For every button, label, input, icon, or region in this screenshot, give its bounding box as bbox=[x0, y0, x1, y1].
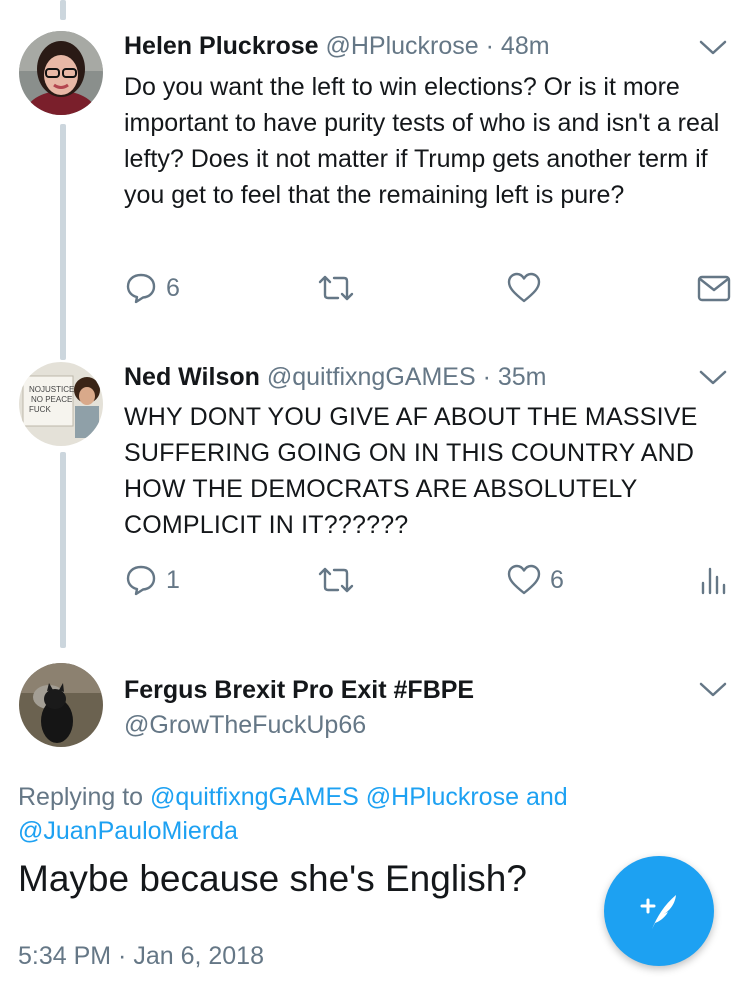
avatar[interactable] bbox=[19, 663, 103, 747]
analytics-icon bbox=[701, 567, 726, 595]
separator: · bbox=[482, 363, 491, 391]
like-icon bbox=[507, 272, 541, 303]
chevron-down-icon[interactable] bbox=[698, 368, 728, 388]
reply-button[interactable]: 6 bbox=[124, 268, 180, 308]
like-button[interactable]: 6 bbox=[506, 560, 564, 600]
avatar[interactable]: NOJUSTICE NO PEACE FUCK bbox=[19, 362, 103, 446]
retweet-button[interactable] bbox=[316, 268, 356, 308]
replying-to: Replying to @quitfixngGAMES @HPluckrose … bbox=[18, 780, 718, 848]
svg-text:NOJUSTICE: NOJUSTICE bbox=[29, 385, 74, 394]
thread-line bbox=[60, 124, 66, 360]
retweet-button[interactable] bbox=[316, 560, 356, 600]
tweet-text: Do you want the left to win elections? O… bbox=[124, 73, 720, 209]
chevron-down-icon[interactable] bbox=[698, 680, 728, 700]
compose-tweet-button[interactable] bbox=[604, 856, 714, 966]
reply-count: 6 bbox=[166, 273, 180, 302]
mention-and[interactable]: and bbox=[526, 783, 568, 811]
mention-link[interactable]: @JuanPauloMierda bbox=[18, 817, 238, 845]
tweet-text: WHY DONT YOU GIVE AF ABOUT THE MASSIVE S… bbox=[124, 403, 698, 539]
display-name[interactable]: Helen Pluckrose bbox=[124, 32, 319, 60]
thread-line bbox=[60, 0, 66, 20]
username[interactable]: @quitfixngGAMES bbox=[267, 363, 476, 391]
tweet-text: Maybe because she's English? bbox=[18, 858, 527, 899]
direct-message-button[interactable] bbox=[696, 268, 732, 308]
compose-tweet-icon bbox=[640, 895, 676, 929]
reply-icon bbox=[126, 565, 156, 596]
display-name[interactable]: Fergus Brexit Pro Exit #FBPE bbox=[124, 676, 474, 705]
tweet-time[interactable]: 48m bbox=[501, 32, 550, 60]
analytics-button[interactable] bbox=[698, 560, 728, 600]
tweet-header: Ned Wilson @quitfixngGAMES · 35m bbox=[124, 361, 547, 393]
username[interactable]: @GrowTheFuckUp66 bbox=[124, 711, 366, 740]
retweet-icon bbox=[318, 567, 354, 593]
tweet-actions: 6 bbox=[124, 268, 734, 308]
separator: · bbox=[485, 32, 494, 60]
replying-label: Replying to bbox=[18, 783, 144, 811]
like-icon bbox=[507, 564, 541, 595]
reply-button[interactable]: 1 bbox=[124, 560, 180, 600]
retweet-icon bbox=[318, 275, 354, 301]
mention-link[interactable]: @quitfixngGAMES bbox=[150, 783, 359, 811]
reply-count: 1 bbox=[166, 565, 180, 594]
message-icon bbox=[697, 275, 731, 302]
tweet-time[interactable]: 35m bbox=[498, 363, 547, 391]
tweet-actions: 1 6 bbox=[124, 560, 734, 600]
like-button[interactable] bbox=[506, 268, 542, 308]
tweet-timestamp[interactable]: 5:34 PM · Jan 6, 2018 bbox=[18, 942, 264, 971]
thread-line bbox=[60, 452, 66, 648]
reply-icon bbox=[126, 273, 156, 304]
display-name[interactable]: Ned Wilson bbox=[124, 363, 260, 391]
tweet-header: Helen Pluckrose @HPluckrose · 48m bbox=[124, 30, 550, 62]
chevron-down-icon[interactable] bbox=[698, 38, 728, 58]
like-count: 6 bbox=[550, 565, 564, 594]
avatar[interactable] bbox=[19, 31, 103, 115]
svg-text:FUCK: FUCK bbox=[29, 405, 51, 414]
mention-link[interactable]: @HPluckrose bbox=[366, 783, 519, 811]
svg-text:NO PEACE: NO PEACE bbox=[31, 395, 72, 404]
username[interactable]: @HPluckrose bbox=[325, 32, 478, 60]
